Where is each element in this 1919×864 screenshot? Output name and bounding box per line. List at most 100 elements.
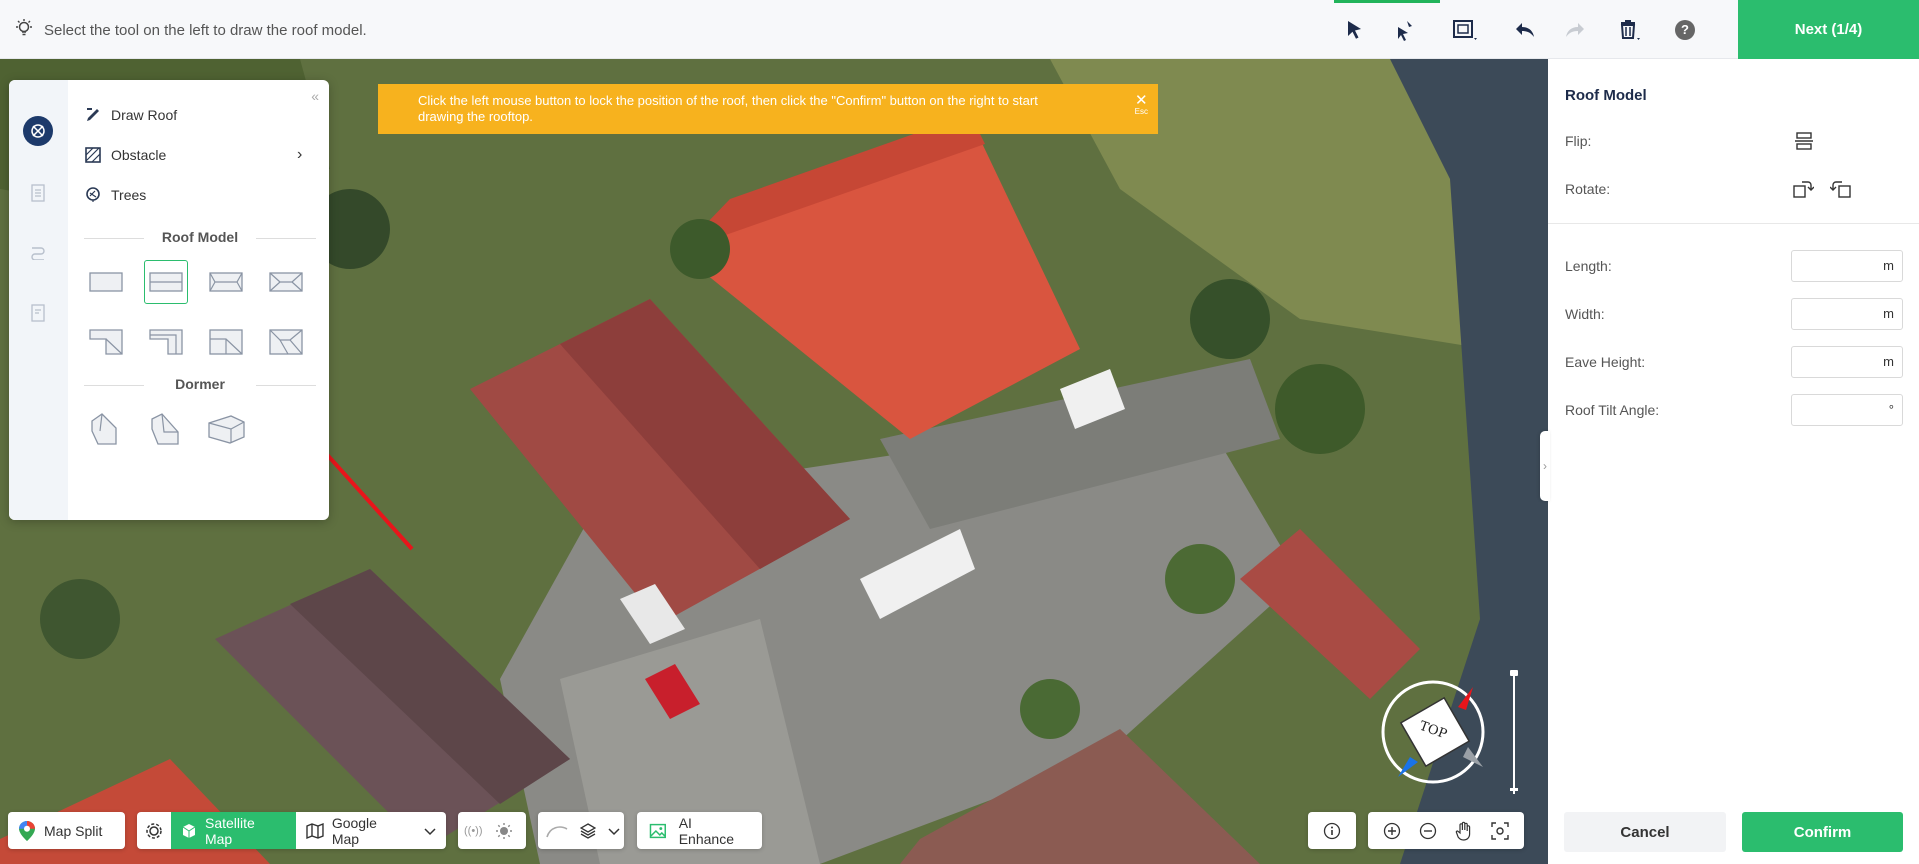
hip-dormer-icon xyxy=(151,413,179,445)
panel-title: Roof Model xyxy=(1565,87,1647,104)
eave-height-label: Eave Height: xyxy=(1565,354,1646,370)
chevron-down-icon xyxy=(424,823,436,839)
undo-button[interactable] xyxy=(1500,0,1550,59)
flip-label: Flip: xyxy=(1565,133,1592,149)
length-label: Length: xyxy=(1565,258,1612,274)
routing-icon xyxy=(31,247,45,260)
width-input[interactable]: m xyxy=(1791,298,1903,330)
info-icon xyxy=(1323,822,1341,839)
draw-roof-menu-item[interactable]: Draw Roof xyxy=(85,107,177,123)
gable-roof-icon xyxy=(149,272,183,292)
delete-button[interactable] xyxy=(1600,0,1660,59)
map-split-label: Map Split xyxy=(44,822,103,839)
google-map-select[interactable]: Google Map xyxy=(296,812,446,849)
top-toolbar: Select the tool on the left to draw the … xyxy=(0,0,1919,59)
dormer-shape-hip[interactable] xyxy=(144,407,188,451)
rotate-left-button[interactable] xyxy=(1829,179,1852,202)
map-controls-group xyxy=(1368,812,1524,849)
map-pin-icon xyxy=(19,820,35,841)
tool-rail xyxy=(9,80,68,520)
roof-shape-l-gable[interactable] xyxy=(144,320,188,364)
map-info-button[interactable] xyxy=(1308,812,1356,849)
zoom-scale[interactable] xyxy=(1510,670,1518,795)
chevron-right-icon: › xyxy=(297,146,303,163)
rotate-right-button[interactable] xyxy=(1792,179,1815,202)
layers-icon[interactable] xyxy=(580,822,596,839)
compass-tool-icon xyxy=(31,124,45,138)
roof-shape-cross-hip[interactable] xyxy=(264,320,308,364)
rail-panel-tool-button[interactable] xyxy=(23,178,53,208)
layer-settings-group xyxy=(538,812,624,849)
trees-menu-item[interactable]: Trees xyxy=(85,187,146,203)
dormer-shape-shed[interactable] xyxy=(204,407,248,451)
banner-close-button[interactable]: ✕ Esc xyxy=(1135,92,1148,116)
instruction-banner: Click the left mouse button to lock the … xyxy=(378,84,1158,134)
select-pointer-button[interactable] xyxy=(1330,0,1440,59)
map-settings-button[interactable] xyxy=(137,812,171,849)
help-button[interactable]: ? xyxy=(1660,0,1710,59)
width-unit: m xyxy=(1883,306,1894,321)
draw-roof-label: Draw Roof xyxy=(111,107,178,123)
zoom-in-icon[interactable] xyxy=(1383,822,1401,840)
roof-tilt-angle-label: Roof Tilt Angle: xyxy=(1565,402,1660,418)
satellite-map-label: Satellite Map xyxy=(204,814,255,847)
box-select-icon xyxy=(1453,19,1477,40)
hatched-box-icon xyxy=(85,147,101,163)
ai-enhance-button[interactable]: AI Enhance xyxy=(637,812,762,849)
roof-shape-cross-gable[interactable] xyxy=(204,320,248,364)
gear-icon xyxy=(146,822,162,839)
panel-collapse-handle[interactable]: › xyxy=(1540,431,1550,501)
signal-icon[interactable]: ((•)) xyxy=(464,825,483,837)
satellite-map-button[interactable]: Satellite Map xyxy=(171,812,296,849)
draw-tool-panel: « Draw Roof Obstacle › Trees Roof Model … xyxy=(9,80,329,520)
collapse-panel-icon[interactable]: « xyxy=(311,88,319,104)
next-step-button[interactable]: Next (1/4) xyxy=(1738,0,1919,59)
flat-roof-icon xyxy=(89,272,123,292)
image-enhance-icon xyxy=(649,823,666,838)
hint-text: Select the tool on the left to draw the … xyxy=(44,21,367,39)
redo-button[interactable] xyxy=(1550,0,1600,59)
layers-chevron-down-icon[interactable] xyxy=(608,823,620,839)
map-split-button[interactable]: Map Split xyxy=(8,812,125,849)
l-roof-icon xyxy=(89,329,123,355)
rotate-right-icon xyxy=(1793,181,1815,198)
cross-hip-roof-icon xyxy=(269,329,303,355)
rotate-left-icon xyxy=(1829,181,1851,198)
map-source-group: Satellite Map Google Map xyxy=(137,812,446,849)
box-select-button[interactable] xyxy=(1430,0,1500,59)
flip-button[interactable] xyxy=(1794,131,1814,154)
compass-widget[interactable]: TOP xyxy=(1378,672,1498,792)
rail-routing-tool-button[interactable] xyxy=(23,237,53,267)
dormer-section-title: Dormer xyxy=(84,376,316,392)
roof-shape-flat[interactable] xyxy=(84,260,128,304)
confirm-button[interactable]: Confirm xyxy=(1742,812,1903,852)
sun-icon[interactable] xyxy=(495,822,513,840)
terrain-icon[interactable] xyxy=(546,823,568,839)
rail-roof-tool-button[interactable] xyxy=(23,116,53,146)
tree-icon xyxy=(86,187,100,202)
roof-shape-hip[interactable] xyxy=(264,260,308,304)
l-gable-roof-icon xyxy=(149,329,183,355)
roof-shape-half-hip[interactable] xyxy=(204,260,248,304)
length-unit: m xyxy=(1883,258,1894,273)
cancel-button[interactable]: Cancel xyxy=(1564,812,1726,852)
roof-shape-l-shaped[interactable] xyxy=(84,320,128,364)
obstacle-label: Obstacle xyxy=(111,147,167,163)
dormer-shape-gable[interactable] xyxy=(84,407,128,451)
focus-target-icon[interactable] xyxy=(1491,821,1509,840)
length-input[interactable]: m xyxy=(1791,250,1903,282)
roof-shape-gable[interactable] xyxy=(144,260,188,304)
zoom-out-icon[interactable] xyxy=(1419,822,1437,840)
edit-pointer-button[interactable] xyxy=(1380,0,1430,59)
obstacle-menu-item[interactable]: Obstacle › xyxy=(85,146,302,163)
rail-report-tool-button[interactable] xyxy=(23,298,53,328)
roof-tilt-angle-input[interactable]: ° xyxy=(1791,394,1903,426)
pen-icon xyxy=(87,108,99,121)
hand-pan-icon[interactable] xyxy=(1455,821,1473,841)
light-settings-group: ((•)) xyxy=(458,812,526,849)
cube-icon xyxy=(182,823,196,838)
cursor-edit-icon xyxy=(1398,20,1412,41)
help-icon: ? xyxy=(1675,19,1695,40)
close-icon: ✕ xyxy=(1135,92,1148,109)
eave-height-input[interactable]: m xyxy=(1791,346,1903,378)
